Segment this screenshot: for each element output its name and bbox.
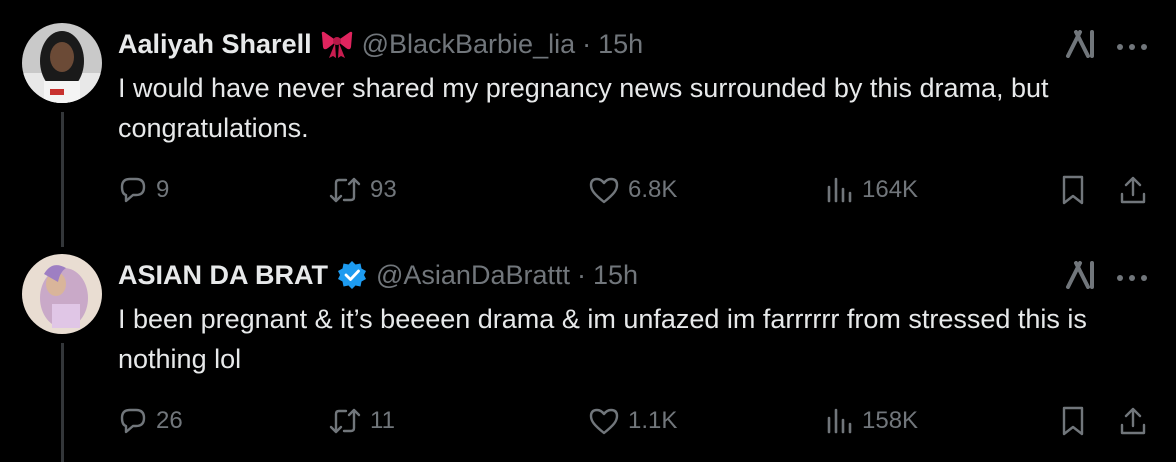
share-button[interactable] <box>1118 399 1156 443</box>
view-count: 158K <box>862 407 919 434</box>
reply-icon <box>120 408 146 434</box>
retweet-count: 93 <box>370 176 397 203</box>
display-name[interactable]: ASIAN DA BRAT <box>118 255 328 295</box>
retweet-button[interactable]: 11 <box>328 399 395 443</box>
timestamp[interactable]: 15h <box>593 255 638 295</box>
display-name[interactable]: Aaliyah Sharell <box>118 24 312 64</box>
user-handle[interactable]: @AsianDaBrattt <box>376 255 570 295</box>
reply-icon <box>120 177 146 203</box>
retweet-icon <box>329 408 361 434</box>
grok-icon[interactable] <box>1064 261 1096 294</box>
tweet-header: Aaliyah Sharell @BlackBarbie_lia · 15h <box>118 24 643 64</box>
bookmark-icon <box>1062 406 1084 436</box>
bookmark-button[interactable] <box>1058 168 1096 212</box>
bookmark-icon <box>1062 175 1084 205</box>
timestamp[interactable]: 15h <box>598 24 643 64</box>
like-count: 1.1K <box>628 407 678 434</box>
heart-icon <box>589 177 619 204</box>
tweet-text: I been pregnant & it’s beeeen drama & im… <box>118 304 1087 374</box>
more-options-icon[interactable] <box>1116 38 1148 56</box>
heart-icon <box>589 408 619 435</box>
like-button[interactable]: 1.1K <box>588 399 677 443</box>
separator: · <box>576 260 586 290</box>
thread-line <box>61 112 64 247</box>
tweet[interactable]: Aaliyah Sharell @BlackBarbie_lia · 15h I… <box>0 0 1176 247</box>
reply-button[interactable]: 26 <box>118 399 183 443</box>
like-button[interactable]: 6.8K <box>588 168 677 212</box>
more-options-icon[interactable] <box>1116 269 1148 287</box>
tweet-text: I would have never shared my pregnancy n… <box>118 73 1049 143</box>
view-count: 164K <box>862 176 919 203</box>
analytics-icon <box>827 177 852 203</box>
avatar[interactable] <box>22 23 102 103</box>
share-button[interactable] <box>1118 168 1156 212</box>
reply-count: 9 <box>156 176 170 203</box>
separator: · <box>582 29 592 59</box>
tweet-actions: 9 93 6.8K 164K <box>118 168 1158 212</box>
views-button[interactable]: 164K <box>824 168 918 212</box>
reply-button[interactable]: 9 <box>118 168 169 212</box>
views-button[interactable]: 158K <box>824 399 918 443</box>
retweet-button[interactable]: 93 <box>328 168 397 212</box>
retweet-count: 11 <box>370 407 395 434</box>
analytics-icon <box>827 408 852 434</box>
verified-badge-icon <box>337 260 367 290</box>
tweet-header: ASIAN DA BRAT @AsianDaBrattt · 15h <box>118 255 638 295</box>
share-icon <box>1120 176 1146 204</box>
like-count: 6.8K <box>628 176 678 203</box>
tweet[interactable]: ASIAN DA BRAT @AsianDaBrattt · 15h I bee… <box>0 231 1176 462</box>
user-handle[interactable]: @BlackBarbie_lia <box>362 24 576 64</box>
bow-emoji-icon <box>321 29 353 59</box>
share-icon <box>1120 407 1146 435</box>
reply-count: 26 <box>156 407 183 434</box>
bookmark-button[interactable] <box>1058 399 1096 443</box>
retweet-icon <box>329 177 361 203</box>
thread-line <box>61 343 64 462</box>
tweet-actions: 26 11 1.1K 158K <box>118 399 1158 443</box>
avatar[interactable] <box>22 254 102 334</box>
grok-icon[interactable] <box>1064 30 1096 63</box>
